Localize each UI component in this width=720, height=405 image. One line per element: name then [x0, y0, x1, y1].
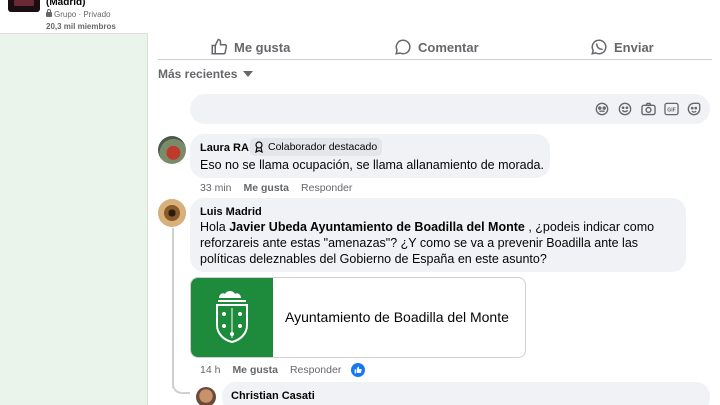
top-contributor-badge: Colaborador destacado	[250, 138, 383, 156]
comment-reply-button[interactable]: Responder	[290, 364, 341, 376]
link-card-title[interactable]: Ayuntamiento de Boadilla del Monte	[285, 309, 509, 325]
left-sidebar: (Madrid) Grupo · Privado 20,3 mil miembr…	[0, 0, 148, 405]
comment-meta: 33 min Me gusta Responder	[200, 182, 364, 194]
avatar[interactable]	[158, 199, 186, 227]
comment-input[interactable]: GIF	[190, 94, 710, 124]
avatar-sticker-icon[interactable]	[594, 101, 610, 117]
gif-icon[interactable]: GIF	[663, 101, 679, 117]
coat-of-arms-logo	[191, 278, 273, 357]
link-preview-card[interactable]: Ayuntamiento de Boadilla del Monte	[190, 277, 526, 358]
camera-icon[interactable]	[640, 101, 656, 117]
comment-author[interactable]: Christian Casati	[231, 390, 315, 402]
thread-connector	[172, 380, 190, 394]
post-action-bar: Me gusta Comentar Enviar	[158, 34, 712, 60]
whatsapp-icon	[591, 39, 607, 55]
sticker-icon[interactable]	[686, 101, 702, 117]
comment-time[interactable]: 33 min	[200, 182, 232, 194]
thumbs-up-icon	[211, 38, 228, 55]
comment-time[interactable]: 14 h	[200, 364, 220, 376]
comment-input-tools: GIF	[594, 101, 702, 117]
comment-author[interactable]: Luis Madrid	[200, 206, 262, 218]
comment-reply-button[interactable]: Responder	[301, 182, 352, 194]
comment-like-button[interactable]: Me gusta	[244, 182, 290, 194]
comment-author[interactable]: Laura RA	[200, 142, 249, 154]
group-privacy: Grupo · Privado	[46, 9, 110, 19]
svg-text:GIF: GIF	[667, 108, 676, 114]
sort-dropdown[interactable]: Más recientes	[158, 67, 254, 81]
group-header[interactable]: (Madrid) Grupo · Privado 20,3 mil miembr…	[0, 0, 148, 34]
like-button[interactable]: Me gusta	[210, 37, 290, 57]
mention-link[interactable]: Javier Ubeda Ayuntamiento de Boadilla de…	[229, 220, 525, 234]
comment-meta: 14 h Me gusta Responder	[200, 363, 366, 377]
send-button[interactable]: Enviar	[590, 37, 654, 57]
sort-label: Más recientes	[158, 67, 238, 81]
caret-down-icon	[243, 71, 254, 77]
avatar[interactable]	[158, 136, 186, 164]
comment-text: Eso no se llama ocupación, se llama alla…	[200, 158, 544, 172]
group-thumbnail[interactable]	[8, 0, 40, 12]
thread-line	[172, 228, 174, 388]
comment-button[interactable]: Comentar	[394, 37, 479, 57]
group-members: 20,3 mil miembros	[46, 22, 116, 31]
group-name[interactable]: (Madrid)	[46, 0, 85, 8]
comment-like-button[interactable]: Me gusta	[232, 364, 278, 376]
lock-icon	[46, 9, 52, 17]
like-reaction-icon[interactable]	[351, 363, 366, 377]
award-icon	[255, 141, 263, 153]
comment-text-line-3: políticas deleznables del Gobierno de Es…	[200, 252, 547, 266]
avatar[interactable]	[196, 387, 216, 405]
emoji-icon[interactable]	[617, 101, 633, 117]
comment-icon	[395, 39, 411, 55]
